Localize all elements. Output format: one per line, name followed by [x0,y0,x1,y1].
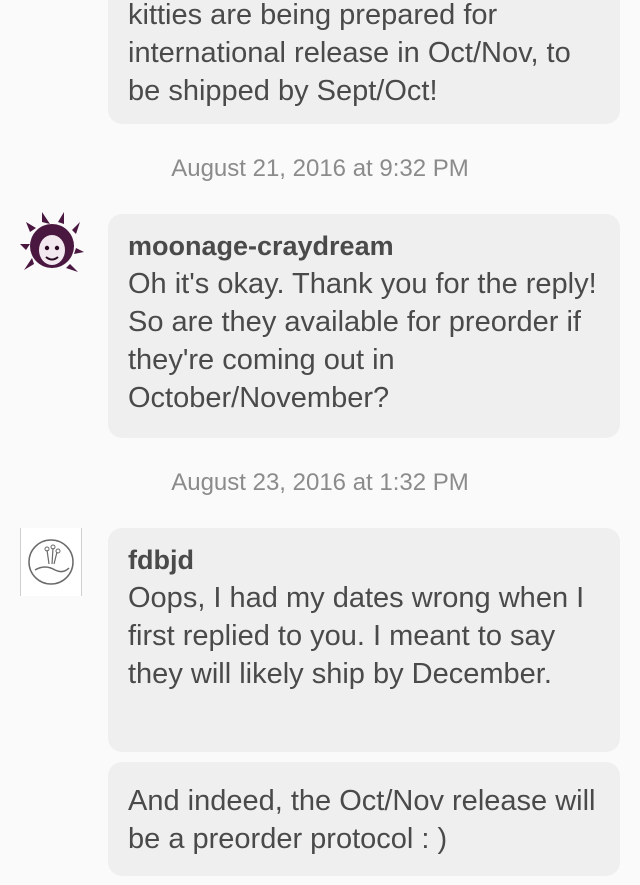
message-timestamp: August 23, 2016 at 1:32 PM [171,469,469,496]
message-bubble: fdbjd Oops, I had my dates wrong when I … [108,528,620,752]
avatar-fdbjd-icon[interactable] [20,528,82,596]
avatar-moonage-craydream-icon[interactable] [20,212,84,276]
message-text: Oops, I had my dates wrong when I first … [128,582,585,690]
message-bubble: kitties are being prepared for internati… [108,0,620,124]
message-text: Oh it's okay. Thank you for the reply! S… [128,268,597,414]
message-text: And indeed, the Oct/Nov release will be … [128,785,596,855]
message-text: kitties are being prepared for internati… [128,0,571,107]
avatar-moonage-craydream-icon [20,212,84,272]
message-timestamp: August 21, 2016 at 9:32 PM [171,155,469,182]
message-sender[interactable]: moonage-craydream [128,214,600,263]
message-sender[interactable]: fdbjd [128,528,600,577]
message-bubble: And indeed, the Oct/Nov release will be … [108,762,620,876]
message-bubble: moonage-craydream Oh it's okay. Thank yo… [108,214,620,438]
avatar-fdbjd-icon [28,539,74,585]
